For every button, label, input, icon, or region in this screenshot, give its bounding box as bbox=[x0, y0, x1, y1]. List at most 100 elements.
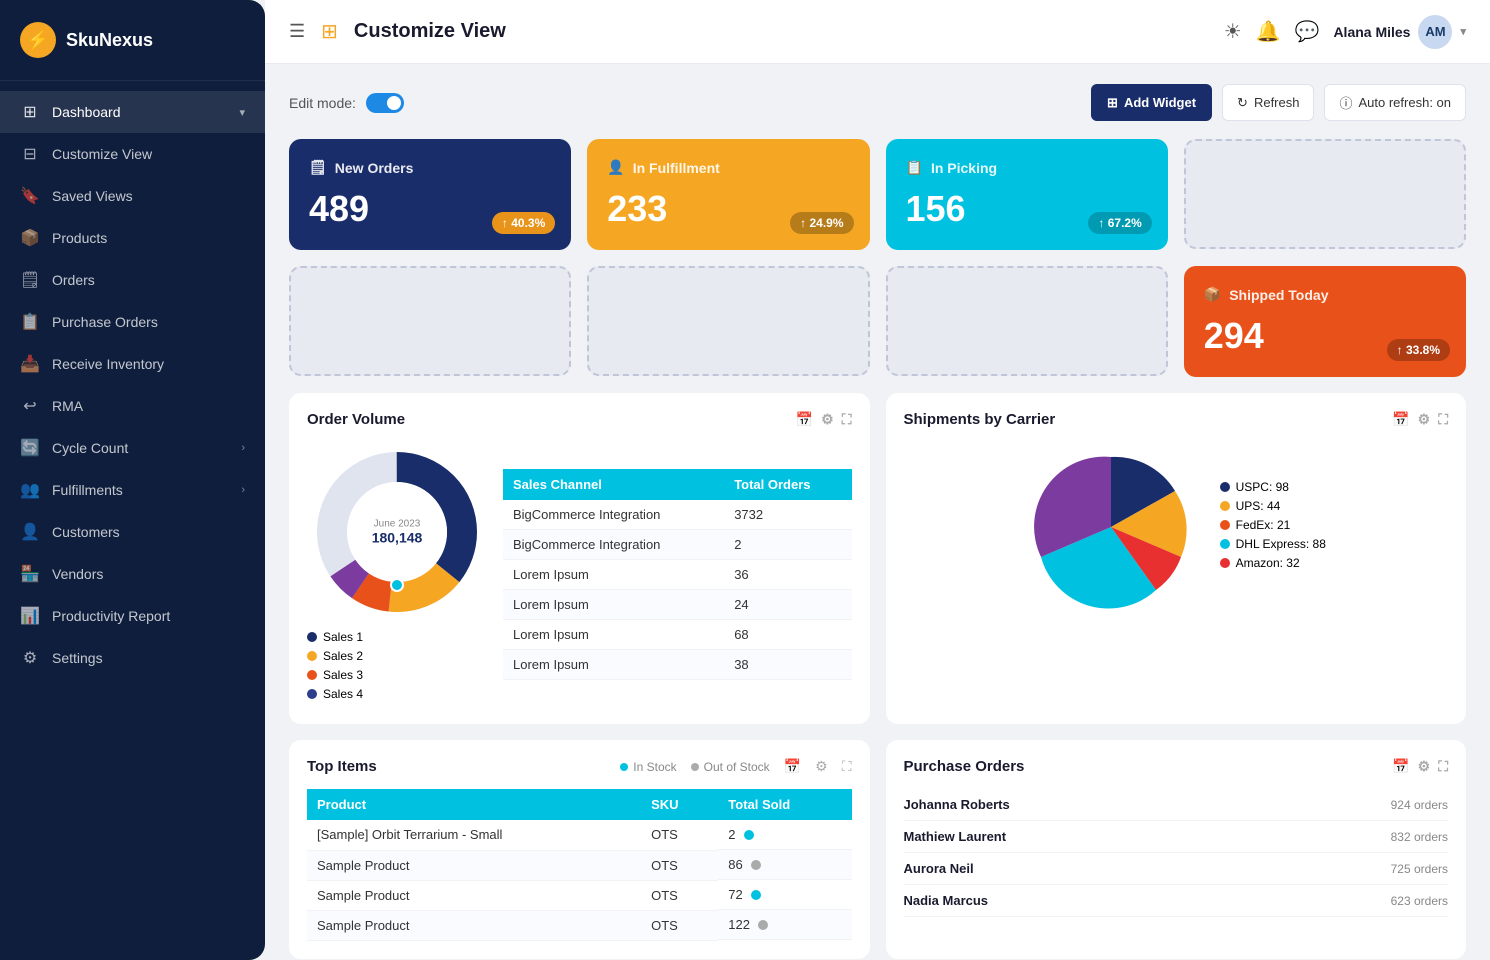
user-menu[interactable]: Alana Miles AM ▾ bbox=[1333, 15, 1466, 49]
sidebar-item-label: Saved Views bbox=[52, 188, 133, 204]
gear-icon[interactable]: ⚙ bbox=[821, 411, 834, 428]
sidebar-item-label: Dashboard bbox=[52, 104, 121, 120]
sun-icon[interactable]: ☀ bbox=[1224, 19, 1242, 44]
sidebar-item-saved-views[interactable]: 🔖 Saved Views bbox=[0, 175, 265, 217]
calendar-icon-3[interactable]: 📅 bbox=[784, 758, 801, 775]
sidebar-item-label: Cycle Count bbox=[52, 440, 128, 456]
logo-text: SkuNexus bbox=[66, 30, 153, 51]
edit-mode-toggle[interactable] bbox=[366, 93, 404, 113]
pie-legend-dot-3 bbox=[1220, 520, 1230, 530]
sidebar-item-rma[interactable]: ↩ RMA bbox=[0, 385, 265, 427]
add-widget-button[interactable]: ⊞ Add Widget bbox=[1091, 84, 1212, 121]
shipments-by-carrier-card: Shipments by Carrier 📅 ⚙ ⛶ bbox=[886, 393, 1467, 724]
empty-placeholder-3 bbox=[587, 266, 869, 376]
sidebar-item-cycle-count[interactable]: 🔄 Cycle Count › bbox=[0, 427, 265, 469]
refresh-icon: ↻ bbox=[1237, 95, 1248, 111]
cycle-count-icon: 🔄 bbox=[20, 438, 40, 458]
sidebar-item-dashboard[interactable]: ⊞ Dashboard ▾ bbox=[0, 91, 265, 133]
main-content: ☰ ⊞ Customize View ☀ 🔔 💬 Alana Miles AM … bbox=[265, 0, 1490, 960]
settings-icon: ⚙ bbox=[20, 648, 40, 668]
picking-icon: 📋 bbox=[906, 159, 923, 176]
gear-icon-3[interactable]: ⚙ bbox=[815, 758, 828, 775]
sidebar-item-receive-inventory[interactable]: 📥 Receive Inventory bbox=[0, 343, 265, 385]
edit-mode-label: Edit mode: bbox=[289, 95, 356, 111]
purchase-orders-title: Purchase Orders bbox=[904, 758, 1025, 775]
sidebar-item-purchase-orders[interactable]: 📋 Purchase Orders bbox=[0, 301, 265, 343]
sidebar-item-settings[interactable]: ⚙ Settings bbox=[0, 637, 265, 679]
sidebar-item-label: RMA bbox=[52, 398, 83, 414]
expand-icon-2[interactable]: ⛶ bbox=[1438, 411, 1448, 428]
calendar-icon[interactable]: 📅 bbox=[796, 411, 813, 428]
pie-legend-dot-1 bbox=[1220, 482, 1230, 492]
col-sku: SKU bbox=[641, 789, 718, 820]
purchase-orders-card: Purchase Orders 📅 ⚙ ⛶ Johanna Roberts924… bbox=[886, 740, 1467, 959]
user-name: Alana Miles bbox=[1333, 24, 1410, 40]
sidebar-item-products[interactable]: 📦 Products bbox=[0, 217, 265, 259]
fulfillment-icon: 👤 bbox=[607, 159, 624, 176]
top-items-title: Top Items bbox=[307, 758, 377, 775]
order-volume-card: Order Volume 📅 ⚙ ⛶ bbox=[289, 393, 870, 724]
empty-placeholder-4 bbox=[886, 266, 1168, 376]
chat-icon[interactable]: 💬 bbox=[1295, 19, 1320, 44]
sidebar-nav: ⊞ Dashboard ▾ ⊟ Customize View 🔖 Saved V… bbox=[0, 81, 265, 960]
col-product: Product bbox=[307, 789, 641, 820]
customers-icon: 👤 bbox=[20, 522, 40, 542]
table-row: BigCommerce Integration2 bbox=[503, 529, 852, 559]
expand-icon[interactable]: ⛶ bbox=[842, 411, 852, 428]
refresh-button[interactable]: ↻ Refresh bbox=[1222, 84, 1314, 121]
list-item: Mathiew Laurent832 orders bbox=[904, 821, 1449, 853]
new-orders-card: 🗒 New Orders 489 ↑ 40.3% bbox=[289, 139, 571, 250]
sidebar-item-customize-view[interactable]: ⊟ Customize View bbox=[0, 133, 265, 175]
hamburger-icon[interactable]: ☰ bbox=[289, 21, 305, 42]
expand-icon-4[interactable]: ⛶ bbox=[1438, 758, 1448, 775]
in-picking-badge: ↑ 67.2% bbox=[1088, 212, 1151, 234]
donut-chart: June 2023 180,148 bbox=[307, 442, 487, 622]
new-orders-icon: 🗒 bbox=[309, 159, 327, 176]
in-stock-dot bbox=[620, 763, 628, 771]
fulfillments-icon: 👥 bbox=[20, 480, 40, 500]
bell-icon[interactable]: 🔔 bbox=[1256, 19, 1281, 44]
order-volume-title: Order Volume bbox=[307, 411, 405, 428]
purchase-orders-icon: 📋 bbox=[20, 312, 40, 332]
col-total-sold: Total Sold bbox=[718, 789, 851, 820]
pie-legend-dot-4 bbox=[1220, 539, 1230, 549]
bottom-row: Top Items In Stock Out of Stock bbox=[289, 740, 1466, 959]
pie-legend-dot-5 bbox=[1220, 558, 1230, 568]
list-item: Nadia Marcus623 orders bbox=[904, 885, 1449, 917]
order-volume-content: June 2023 180,148 Sales 1 bbox=[307, 442, 852, 706]
sidebar-logo[interactable]: ⚡ SkuNexus bbox=[0, 0, 265, 81]
sidebar-item-customers[interactable]: 👤 Customers bbox=[0, 511, 265, 553]
table-row: Sample ProductOTS122 bbox=[307, 910, 852, 940]
order-volume-table: Sales Channel Total Orders BigCommerce I… bbox=[503, 469, 852, 680]
shipped-icon: 📦 bbox=[1204, 286, 1221, 303]
col-total-orders: Total Orders bbox=[724, 469, 851, 500]
calendar-icon-2[interactable]: 📅 bbox=[1392, 411, 1409, 428]
sidebar-item-orders[interactable]: 🗒 Orders bbox=[0, 259, 265, 301]
sidebar-item-label: Receive Inventory bbox=[52, 356, 164, 372]
in-picking-card: 📋 In Picking 156 ↑ 67.2% bbox=[886, 139, 1168, 250]
top-bar: Edit mode: ⊞ Add Widget ↻ Refresh ⓘ Auto… bbox=[289, 84, 1466, 121]
new-orders-badge: ↑ 40.3% bbox=[492, 212, 555, 234]
page-title: Customize View bbox=[354, 20, 506, 43]
calendar-icon-4[interactable]: 📅 bbox=[1392, 758, 1409, 775]
page-content: Edit mode: ⊞ Add Widget ↻ Refresh ⓘ Auto… bbox=[265, 64, 1490, 960]
legend-dot-1 bbox=[307, 632, 317, 642]
table-row: Lorem Ipsum36 bbox=[503, 559, 852, 589]
table-row: [Sample] Orbit Terrarium - SmallOTS2 bbox=[307, 820, 852, 850]
gear-icon-4[interactable]: ⚙ bbox=[1418, 758, 1431, 775]
table-row: Sample ProductOTS72 bbox=[307, 880, 852, 910]
auto-refresh-button[interactable]: ⓘ Auto refresh: on bbox=[1324, 84, 1466, 121]
chart-legend: Sales 1 Sales 2 Sales 3 bbox=[307, 630, 487, 701]
sidebar-item-productivity-report[interactable]: 📊 Productivity Report bbox=[0, 595, 265, 637]
sidebar-item-label: Products bbox=[52, 230, 107, 246]
products-icon: 📦 bbox=[20, 228, 40, 248]
rma-icon: ↩ bbox=[20, 396, 40, 416]
shipments-content: USPC: 98 UPS: 44 FedEx: 21 DHL Expr bbox=[904, 442, 1449, 612]
charts-row: Order Volume 📅 ⚙ ⛶ bbox=[289, 393, 1466, 724]
sidebar-item-fulfillments[interactable]: 👥 Fulfillments › bbox=[0, 469, 265, 511]
sidebar-item-vendors[interactable]: 🏪 Vendors bbox=[0, 553, 265, 595]
top-items-card: Top Items In Stock Out of Stock bbox=[289, 740, 870, 959]
gear-icon-2[interactable]: ⚙ bbox=[1418, 411, 1431, 428]
productivity-report-icon: 📊 bbox=[20, 606, 40, 626]
expand-icon-3[interactable]: ⛶ bbox=[842, 758, 852, 775]
